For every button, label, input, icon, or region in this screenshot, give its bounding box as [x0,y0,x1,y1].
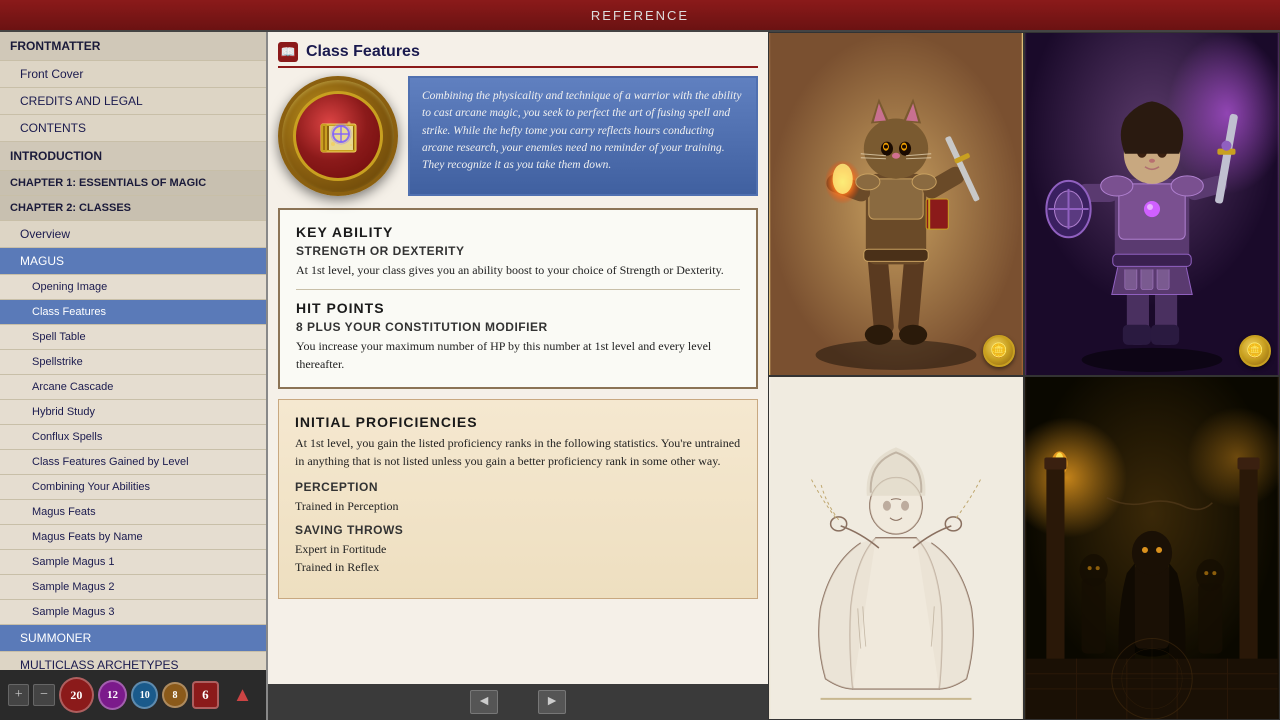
sidebar-item-magus[interactable]: MAGUS [0,248,266,275]
sidebar-item-spell-table[interactable]: Spell Table [0,325,266,350]
badge-inner [293,91,383,181]
sidebar-item-spellstrike[interactable]: Spellstrike [0,350,266,375]
sidebar-item-introduction[interactable]: INTRODUCTION [0,142,266,171]
hit-points-heading: HIT POINTS [296,300,740,316]
main-layout: FRONTMATTER Front Cover CREDITS AND LEGA… [0,32,1280,720]
die-d10-button[interactable]: 10 [131,681,158,709]
saving-throws-heading: SAVING THROWS [295,523,741,537]
sidebar: FRONTMATTER Front Cover CREDITS AND LEGA… [0,32,268,720]
sidebar-item-credits-legal[interactable]: CREDITS AND LEGAL [0,88,266,115]
class-description-text: Combining the physicality and technique … [422,88,744,174]
artwork-cell-1: 🪙 [768,32,1024,376]
sidebar-item-chapter1[interactable]: CHAPTER 1: ESSENTIALS OF MAGIC [0,171,266,196]
key-ability-body: At 1st level, your class gives you an ab… [296,261,740,279]
sidebar-item-frontmatter[interactable]: FRONTMATTER [0,32,266,61]
content-bottom-nav: ◄ ► [268,684,768,720]
magus-symbol [311,109,366,164]
die-d6-button[interactable]: 6 [192,681,219,709]
class-icon-symbol: 📖 [281,45,296,60]
key-ability-heading: KEY ABILITY [296,224,740,240]
divider-1 [296,289,740,290]
app-title: Reference [591,8,689,23]
fortitude-text: Expert in Fortitude [295,540,741,558]
sidebar-item-chapter2[interactable]: CHAPTER 2: CLASSES [0,196,266,221]
proficiencies-body: At 1st level, you gain the listed profic… [295,434,741,470]
perception-heading: PERCEPTION [295,480,741,494]
corner-coin-2: 🪙 [1239,335,1271,367]
dark-scene-art [1025,377,1279,719]
prev-button[interactable]: ◄ [470,690,498,714]
sidebar-item-magus-feats-by-name[interactable]: Magus Feats by Name [0,525,266,550]
perception-section: PERCEPTION Trained in Perception [295,480,741,515]
hit-points-body: You increase your maximum number of HP b… [296,337,740,373]
key-ability-box: KEY ABILITY STRENGTH OR DEXTERITY At 1st… [278,208,758,389]
badge-circle [278,76,398,196]
reflex-text: Trained in Reflex [295,558,741,576]
center-panel: 📖 Class Features [268,32,768,720]
proficiencies-heading: INITIAL PROFICIENCIES [295,414,741,430]
die-d12-button[interactable]: 12 [98,680,127,710]
proficiencies-box: INITIAL PROFICIENCIES At 1st level, you … [278,399,758,599]
sidebar-item-sample-magus-2[interactable]: Sample Magus 2 [0,575,266,600]
next-button[interactable]: ► [538,690,566,714]
sketch-art [769,377,1023,719]
saving-throws-section: SAVING THROWS Expert in Fortitude Traine… [295,523,741,576]
class-badge [278,76,398,196]
corner-coin-1: 🪙 [983,335,1015,367]
sidebar-item-conflux-spells[interactable]: Conflux Spells [0,425,266,450]
die-d20-button[interactable]: 20 [59,677,94,713]
armored-woman-art [1025,33,1279,375]
right-artwork-panel: 🪙 [768,32,1280,720]
sidebar-item-class-features-gained[interactable]: Class Features Gained by Level [0,450,266,475]
add-button[interactable]: + [8,684,29,706]
content-area[interactable]: 📖 Class Features [268,32,768,684]
perception-body: Trained in Perception [295,497,741,515]
sidebar-item-summoner[interactable]: SUMMONER [0,625,266,652]
hit-points-subheading: 8 plus your Constitution modifier [296,320,740,334]
sidebar-item-opening-image[interactable]: Opening Image [0,275,266,300]
content-header: 📖 Class Features [278,42,758,68]
class-icon: 📖 [278,42,298,62]
artwork-cell-3 [768,376,1024,720]
page-title: Class Features [306,43,420,61]
top-bar: Reference [0,0,1280,32]
die-d8-button[interactable]: 8 [162,682,187,708]
sidebar-item-multiclass[interactable]: MULTICLASS ARCHETYPES [0,652,266,670]
artwork-cell-2: 🪙 [1024,32,1280,376]
sidebar-item-class-features[interactable]: Class Features [0,300,266,325]
hit-points-subheading-bold: 8 plus your Constitution modifier [296,320,548,334]
sidebar-item-front-cover[interactable]: Front Cover [0,61,266,88]
sidebar-bottom: + − 20 12 10 8 6 ▲ [0,670,266,720]
sidebar-item-overview[interactable]: Overview [0,221,266,248]
sidebar-scroll[interactable]: FRONTMATTER Front Cover CREDITS AND LEGA… [0,32,266,670]
sidebar-item-contents[interactable]: CONTENTS [0,115,266,142]
subtract-button[interactable]: − [33,684,54,706]
key-ability-subheading: STRENGTH OR DEXTERITY [296,244,740,258]
sidebar-item-hybrid-study[interactable]: Hybrid Study [0,400,266,425]
sidebar-item-arcane-cascade[interactable]: Arcane Cascade [0,375,266,400]
sidebar-item-sample-magus-1[interactable]: Sample Magus 1 [0,550,266,575]
sidebar-item-combining-abilities[interactable]: Combining Your Abilities [0,475,266,500]
class-description-box: Combining the physicality and technique … [408,76,758,196]
class-intro: Combining the physicality and technique … [278,76,758,196]
sidebar-item-sample-magus-3[interactable]: Sample Magus 3 [0,600,266,625]
cat-warrior-art [769,33,1023,375]
sidebar-item-magus-feats[interactable]: Magus Feats [0,500,266,525]
artwork-cell-4 [1024,376,1280,720]
warning-icon: ▲ [227,679,258,711]
